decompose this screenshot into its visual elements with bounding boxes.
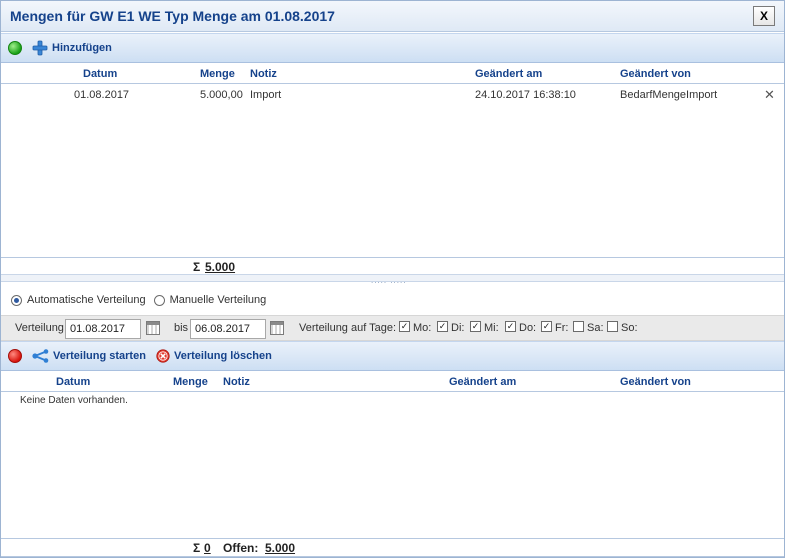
sum-value[interactable]: 5.000 (205, 260, 235, 274)
bottom-grid-footer: Σ 0 Offen: 5.000 (1, 538, 784, 557)
to-date-input[interactable]: 06.08.2017 (190, 319, 266, 339)
offen-label: Offen: (223, 541, 259, 555)
window-title: Mengen für GW E1 WE Typ Menge am 01.08.2… (10, 8, 335, 24)
green-status-icon (8, 41, 22, 55)
red-status-icon (8, 349, 22, 363)
splitter-grip-icon: ..... ..... (371, 276, 407, 285)
delete-row-icon[interactable]: ✕ (764, 87, 775, 103)
checkbox-di[interactable]: ✓ (437, 321, 448, 332)
checkbox-so-label: So: (621, 322, 638, 334)
calendar-icon[interactable] (146, 321, 160, 335)
dialog-window: Mengen für GW E1 WE Typ Menge am 01.08.2… (0, 0, 785, 558)
checkbox-fr[interactable]: ✓ (541, 321, 552, 332)
col-header-datum[interactable]: Datum (83, 68, 117, 80)
col-header-menge[interactable]: Menge (173, 376, 208, 388)
offen-value[interactable]: 5.000 (265, 541, 295, 555)
share-icon (32, 349, 49, 363)
table-row[interactable]: 01.08.2017 5.000,00 Import 24.10.2017 16… (1, 85, 784, 105)
checkbox-do[interactable]: ✓ (505, 321, 516, 332)
cell-geaendert-am: 24.10.2017 16:38:10 (475, 89, 576, 101)
delete-circle-icon (156, 349, 170, 363)
verteilung-label: Verteilung (15, 322, 64, 334)
checkbox-sa-label: Sa: (587, 322, 604, 334)
panel-splitter[interactable]: ..... ..... (1, 274, 784, 285)
manual-distribution-label[interactable]: Manuelle Verteilung (170, 294, 267, 306)
delete-distribution-button[interactable]: Verteilung löschen (156, 342, 272, 370)
col-header-geaendert-am[interactable]: Geändert am (475, 68, 542, 80)
col-header-notiz[interactable]: Notiz (223, 376, 250, 388)
close-button[interactable]: X (753, 6, 775, 26)
manual-distribution-radio[interactable] (153, 294, 165, 306)
bottom-toolbar: Verteilung starten Verteilung löschen (1, 341, 784, 371)
empty-grid-message: Keine Daten vorhanden. (20, 395, 128, 406)
cell-notiz: Import (250, 89, 282, 101)
cell-menge: 5.000,00 (200, 89, 243, 101)
from-date-input[interactable]: 01.08.2017 (65, 319, 141, 339)
col-header-notiz[interactable]: Notiz (250, 68, 277, 80)
col-header-datum[interactable]: Datum (56, 376, 90, 388)
checkbox-fr-label: Fr: (555, 322, 569, 334)
start-distribution-button[interactable]: Verteilung starten (32, 342, 146, 370)
plus-icon (32, 40, 48, 56)
cell-geaendert-von: BedarfMengeImport (620, 89, 718, 101)
add-button-label: Hinzufügen (52, 42, 112, 54)
cell-datum: 01.08.2017 (74, 89, 130, 101)
sum-value[interactable]: 0 (204, 541, 211, 555)
bis-label: bis (174, 322, 189, 334)
sum-symbol: Σ (193, 541, 201, 555)
auto-distribution-label[interactable]: Automatische Verteilung (27, 294, 146, 306)
checkbox-mi[interactable]: ✓ (470, 321, 481, 332)
calendar-icon[interactable] (270, 321, 284, 335)
auto-distribution-radio[interactable] (11, 294, 22, 306)
checkbox-mo-label: Mo: (413, 322, 432, 334)
checkbox-di-label: Di: (451, 322, 465, 334)
top-grid-header: Datum Menge Notiz Geändert am Geändert v… (1, 64, 784, 84)
distribution-mode-group: Automatische Verteilung Manuelle Verteil… (11, 292, 266, 308)
title-bar: Mengen für GW E1 WE Typ Menge am 01.08.2… (1, 1, 784, 32)
status-indicator-red (8, 342, 22, 370)
start-distribution-label: Verteilung starten (53, 350, 146, 362)
distribution-filter-bar: Verteilung 01.08.2017 bis 06.08.2017 Ver… (1, 315, 784, 341)
checkbox-do-label: Do: (519, 322, 537, 334)
delete-distribution-label: Verteilung löschen (174, 350, 272, 362)
checkbox-mi-label: Mi: (484, 322, 499, 334)
status-indicator-green (8, 34, 22, 62)
checkbox-mo[interactable]: ✓ (399, 321, 410, 332)
col-header-geaendert-am[interactable]: Geändert am (449, 376, 516, 388)
checkbox-so[interactable] (607, 321, 618, 332)
col-header-geaendert-von[interactable]: Geändert von (620, 376, 691, 388)
top-toolbar: Hinzufügen (1, 33, 784, 63)
checkbox-sa[interactable] (573, 321, 584, 332)
bottom-grid-header: Datum Menge Notiz Geändert am Geändert v… (1, 372, 784, 392)
col-header-geaendert-von[interactable]: Geändert von (620, 68, 691, 80)
days-label: Verteilung auf Tage: (299, 322, 397, 334)
add-button[interactable]: Hinzufügen (32, 34, 112, 62)
col-header-menge[interactable]: Menge (200, 68, 235, 80)
sum-symbol: Σ (193, 260, 201, 274)
